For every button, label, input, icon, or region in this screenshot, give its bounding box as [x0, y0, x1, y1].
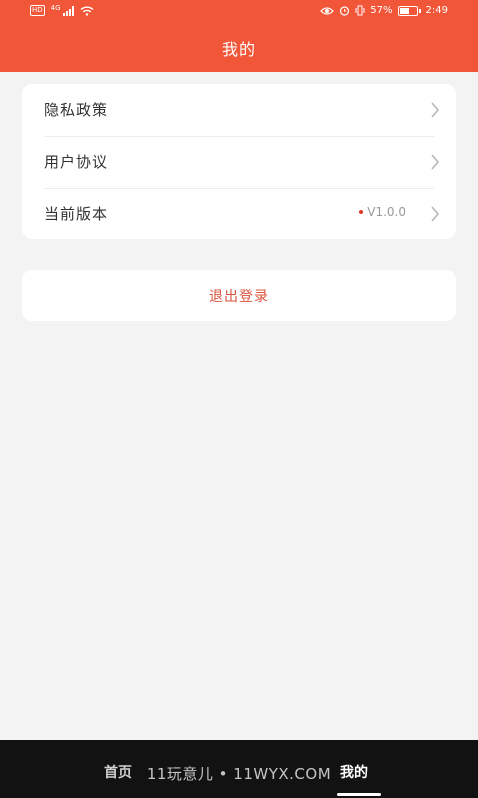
- status-left: HD 4G: [30, 4, 94, 16]
- menu-item-label: 隐私政策: [44, 101, 109, 119]
- menu-item-user-agreement[interactable]: 用户协议: [22, 136, 456, 187]
- signal-icon: [62, 5, 74, 16]
- battery-icon: [397, 5, 421, 16]
- tab-home[interactable]: 首页: [104, 762, 132, 782]
- bottom-tab-bar: 首页 我的 11玩意儿 • 11WYX.COM: [0, 740, 478, 798]
- watermark: 11玩意儿 • 11WYX.COM: [146, 765, 332, 783]
- app-header: HD 4G 57% 2:49 我的: [0, 0, 478, 72]
- status-right: 57% 2:49: [320, 5, 448, 16]
- menu-item-label: 用户协议: [44, 153, 109, 171]
- battery-percent: 57%: [370, 5, 393, 16]
- menu-item-label: 当前版本: [44, 205, 109, 223]
- hd-badge: HD: [30, 5, 45, 16]
- alarm-icon: [340, 6, 350, 16]
- logout-label: 退出登录: [209, 288, 269, 305]
- settings-menu: 隐私政策 用户协议 当前版本 V1.0.0: [22, 84, 456, 239]
- menu-item-current-version[interactable]: 当前版本 V1.0.0: [22, 188, 456, 239]
- tab-mine[interactable]: 我的: [340, 762, 368, 782]
- chevron-right-icon: [431, 206, 439, 222]
- update-dot: [359, 210, 364, 214]
- logout-button[interactable]: 退出登录: [22, 270, 456, 321]
- version-text: V1.0.0: [367, 205, 406, 219]
- chevron-right-icon: [431, 154, 439, 170]
- chevron-right-icon: [431, 102, 439, 118]
- vibrate-icon: [355, 5, 365, 16]
- page-title: 我的: [221, 40, 256, 59]
- version-value: V1.0.0: [359, 205, 406, 219]
- network-type: 4G: [50, 4, 61, 12]
- active-tab-indicator: [337, 793, 381, 796]
- eye-icon: [320, 6, 335, 15]
- wifi-icon: [80, 6, 94, 16]
- status-bar: HD 4G 57% 2:49: [0, 0, 478, 24]
- clock: 2:49: [425, 5, 448, 16]
- menu-item-privacy-policy[interactable]: 隐私政策: [22, 84, 456, 135]
